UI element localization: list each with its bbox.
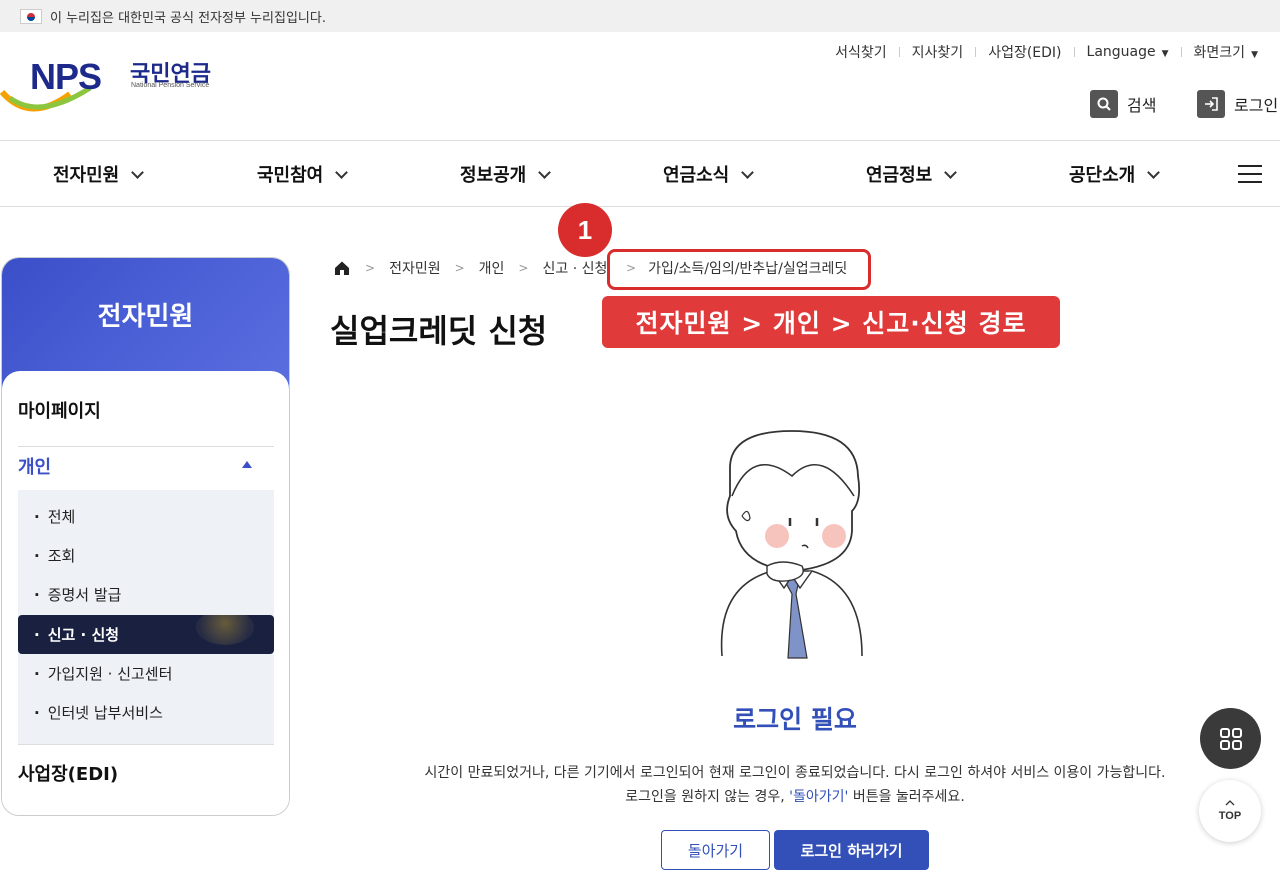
search-label: 검색 — [1127, 96, 1157, 115]
gov-banner: 이 누리집은 대한민국 공식 전자정부 누리집입니다. — [0, 0, 1280, 32]
caret-down-icon: ▼ — [1161, 49, 1169, 59]
thinking-person-illustration — [720, 430, 863, 659]
chevron-right-icon: > — [454, 261, 465, 275]
login-icon — [1197, 90, 1225, 118]
nav-item-news[interactable]: 연금소식 — [663, 161, 755, 187]
sidebar-title: 전자민원 — [97, 302, 194, 332]
util-language-dropdown[interactable]: Language ▼ — [1075, 44, 1181, 60]
login-label: 로그인 — [1234, 96, 1279, 115]
sidebar-item-personal[interactable]: 개인 — [18, 453, 274, 479]
language-label: Language — [1086, 44, 1156, 60]
nav-item-participation[interactable]: 국민참여 — [257, 161, 349, 187]
nav-item-disclosure[interactable]: 정보공개 — [460, 161, 552, 187]
hint-prefix: 로그인을 원하지 않는 경우, — [625, 789, 790, 805]
divider — [18, 744, 274, 745]
annotation-path-label: 전자민원 > 개인 > 신고·신청 경로 — [602, 296, 1060, 348]
nav-label: 연금소식 — [663, 165, 730, 186]
zoom-label: 화면크기 — [1193, 45, 1246, 61]
chevron-down-icon — [1147, 165, 1161, 179]
main-nav: 전자민원 국민참여 정보공개 연금소식 연금정보 공단소개 — [0, 141, 1280, 207]
annotation-highlight-box — [607, 249, 871, 290]
chevron-down-icon — [131, 165, 145, 179]
nav-label: 전자민원 — [53, 165, 120, 186]
chevron-down-icon — [944, 165, 958, 179]
sidebar-sub-certificate[interactable]: 증명서 발급 — [18, 575, 274, 614]
sidebar-sub-join-support[interactable]: 가입지원 · 신고센터 — [18, 654, 274, 693]
breadcrumb-item[interactable]: 전자민원 — [389, 258, 441, 278]
chevron-up-icon — [1225, 800, 1235, 806]
sidebar-sub-inquiry[interactable]: 조회 — [18, 536, 274, 575]
top-label: TOP — [1218, 810, 1242, 822]
util-forms-link[interactable]: 서식찾기 — [823, 42, 899, 62]
nav-label: 연금정보 — [866, 165, 933, 186]
logo-mark: NPS — [30, 56, 102, 97]
nps-logo[interactable]: NPS 국민연금 National Pension Service — [0, 52, 230, 116]
korea-flag-icon — [20, 8, 42, 24]
caret-down-icon: ▼ — [1251, 50, 1258, 60]
login-button[interactable]: 로그인 — [1197, 90, 1278, 118]
sidebar-body: 마이페이지 개인 전체 조회 증명서 발급 신고 · 신청 가입지원 · 신고센… — [2, 371, 289, 815]
hint-back-link: '돌아가기' — [789, 789, 849, 805]
nav-label: 공단소개 — [1069, 165, 1136, 186]
breadcrumb-item[interactable]: 신고 · 신청 — [542, 258, 606, 278]
chevron-down-icon — [538, 165, 552, 179]
sidebar-sub-report-apply[interactable]: 신고 · 신청 — [18, 615, 274, 654]
decorative-orb — [196, 615, 254, 645]
login-required-hint: 로그인을 원하지 않는 경우, '돌아가기' 버튼을 눌러주세요. — [0, 786, 1280, 806]
sidebar-item-label: 개인 — [18, 457, 52, 478]
login-required-message: 시간이 만료되었거나, 다른 기기에서 로그인되어 현재 로그인이 종료되었습니… — [424, 765, 1166, 781]
back-button[interactable]: 돌아가기 — [661, 830, 770, 870]
gov-banner-text: 이 누리집은 대한민국 공식 전자정부 누리집입니다. — [50, 10, 326, 26]
hint-suffix: 버튼을 눌러주세요. — [848, 789, 965, 805]
chevron-down-icon — [741, 165, 755, 179]
scroll-top-button[interactable]: TOP — [1199, 780, 1261, 842]
caret-up-icon — [242, 461, 252, 468]
sidebar-sub-label: 신고 · 신청 — [47, 626, 120, 644]
util-edi-link[interactable]: 사업장(EDI) — [976, 42, 1073, 62]
logo-name-en: National Pension Service — [131, 82, 210, 89]
go-login-button[interactable]: 로그인 하러가기 — [774, 830, 929, 870]
nav-item-civil[interactable]: 전자민원 — [53, 161, 145, 187]
nav-label: 정보공개 — [460, 165, 527, 186]
menu-icon[interactable] — [1238, 165, 1262, 189]
breadcrumb: > 전자민원 > 개인 > 신고 · 신청 — [333, 258, 606, 278]
home-icon[interactable] — [333, 259, 351, 277]
quick-menu-button[interactable] — [1200, 708, 1261, 769]
nav-label: 국민참여 — [257, 165, 324, 186]
nav-item-about[interactable]: 공단소개 — [1069, 161, 1161, 187]
util-branch-link[interactable]: 지사찾기 — [900, 42, 976, 62]
step-number-badge: 1 — [558, 203, 612, 257]
page-title: 실업크레딧 신청 — [330, 312, 548, 350]
util-zoom-dropdown[interactable]: 화면크기 ▼ — [1182, 42, 1270, 62]
nav-item-pension-info[interactable]: 연금정보 — [866, 161, 958, 187]
sidebar-item-mypage[interactable]: 마이페이지 — [18, 397, 274, 447]
breadcrumb-item[interactable]: 개인 — [479, 258, 505, 278]
login-required-title: 로그인 필요 — [733, 705, 857, 734]
grid-icon — [1219, 727, 1242, 750]
chevron-down-icon — [335, 165, 349, 179]
utility-nav: 서식찾기 지사찾기 사업장(EDI) Language ▼ 화면크기 ▼ — [823, 42, 1270, 62]
chevron-right-icon: > — [365, 261, 376, 275]
search-icon — [1090, 90, 1118, 118]
sidebar-sub-all[interactable]: 전체 — [18, 497, 274, 536]
search-button[interactable]: 검색 — [1090, 90, 1156, 118]
chevron-right-icon: > — [518, 261, 529, 275]
